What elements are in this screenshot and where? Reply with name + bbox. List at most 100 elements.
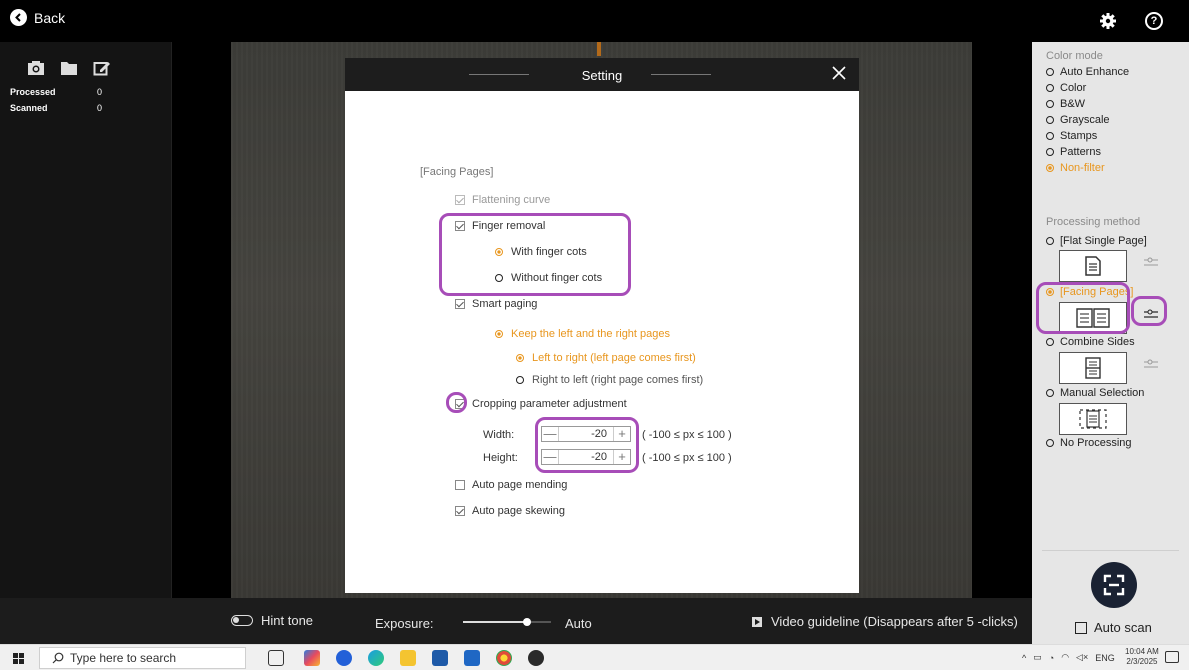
video-guideline-link[interactable]: Video guideline (Disappears after 5 -cli… [752, 614, 1018, 629]
color-mode-grayscale[interactable]: Grayscale [1046, 114, 1110, 126]
checkbox[interactable] [455, 506, 465, 516]
method-no-processing[interactable]: No Processing [1046, 437, 1132, 449]
chevron-up-icon[interactable]: ^ [1022, 653, 1026, 663]
minus-icon[interactable]: — [542, 450, 558, 464]
file-explorer-icon[interactable] [400, 650, 416, 666]
z-app-icon[interactable] [336, 650, 352, 666]
exposure-slider-knob[interactable] [523, 618, 532, 626]
radio[interactable] [1046, 84, 1054, 92]
gear-icon[interactable] [1099, 12, 1117, 30]
facing-pages-adjust-icon[interactable] [1144, 306, 1158, 318]
adjust-icon[interactable] [1144, 356, 1158, 368]
edge-icon[interactable] [368, 650, 384, 666]
windows-start-icon[interactable] [13, 653, 24, 664]
radio[interactable] [1046, 389, 1054, 397]
mail-icon[interactable] [464, 650, 480, 666]
hint-tone-toggle[interactable]: Hint tone [231, 613, 313, 628]
color-mode-non-filter[interactable]: Non-filter [1046, 162, 1105, 174]
radio[interactable] [1046, 116, 1054, 124]
right-to-left-radio[interactable]: Right to left (right page comes first) [516, 374, 703, 386]
plus-icon[interactable]: + [614, 450, 630, 464]
camera-icon[interactable] [27, 60, 47, 76]
left-to-right-radio[interactable]: Left to right (left page comes first) [516, 352, 696, 364]
minus-icon[interactable]: — [542, 427, 558, 441]
chrome-icon[interactable] [496, 650, 512, 666]
adjust-icon[interactable] [1144, 254, 1158, 266]
network-icon[interactable]: ◔ [1049, 653, 1054, 663]
method-facing-pages[interactable]: [Facing Pages] [1046, 286, 1133, 298]
smart-paging-option[interactable]: Smart paging [455, 298, 537, 310]
flat-page-thumbnail[interactable] [1059, 250, 1127, 282]
help-icon[interactable]: ? [1145, 12, 1163, 30]
cropping-adjust-option[interactable]: Cropping parameter adjustment [455, 398, 627, 410]
color-mode-color[interactable]: Color [1046, 82, 1086, 94]
clock[interactable]: 10:04 AM 2/3/2025 [1125, 647, 1159, 667]
radio[interactable] [1046, 100, 1054, 108]
radio[interactable] [1046, 439, 1054, 447]
with-finger-cots-radio[interactable]: With finger cots [495, 246, 587, 258]
manual-selection-thumbnail[interactable] [1059, 403, 1127, 435]
color-mode-auto-enhance[interactable]: Auto Enhance [1046, 66, 1129, 78]
radio-selected[interactable] [516, 354, 524, 362]
width-stepper[interactable]: — -20 + [541, 426, 631, 442]
plus-icon[interactable]: + [614, 427, 630, 441]
wifi-icon[interactable]: ◠ [1061, 652, 1069, 663]
color-mode-patterns[interactable]: Patterns [1046, 146, 1101, 158]
method-combine-sides[interactable]: Combine Sides [1046, 336, 1135, 348]
language-indicator[interactable]: ENG [1095, 653, 1115, 663]
checkbox[interactable] [455, 195, 465, 205]
task-view-icon[interactable] [268, 650, 284, 666]
battery-icon[interactable]: ▭ [1033, 652, 1042, 663]
radio-selected[interactable] [495, 248, 503, 256]
auto-mending-option[interactable]: Auto page mending [455, 479, 567, 491]
radio[interactable] [1046, 338, 1054, 346]
width-value[interactable]: -20 [558, 427, 614, 441]
radio[interactable] [1046, 237, 1054, 245]
edit-icon[interactable] [93, 60, 113, 76]
method-flat-single-page[interactable]: [Flat Single Page] [1046, 235, 1147, 247]
finger-removal-option[interactable]: Finger removal [455, 220, 545, 232]
radio[interactable] [516, 376, 524, 384]
checkbox[interactable] [455, 299, 465, 309]
folder-icon[interactable] [60, 60, 80, 76]
toggle-switch[interactable] [231, 615, 253, 626]
radio[interactable] [1046, 148, 1054, 156]
color-mode-bw[interactable]: B&W [1046, 98, 1085, 110]
checkbox[interactable] [455, 480, 465, 490]
auto-scan-toggle[interactable]: Auto scan [1075, 620, 1152, 635]
system-tray: ^ ▭ ◔ ◠ ◁× ENG [1022, 652, 1115, 663]
copilot-icon[interactable] [304, 650, 320, 666]
checkbox[interactable] [455, 221, 465, 231]
preview-margin [972, 42, 1030, 598]
auto-skewing-option[interactable]: Auto page skewing [455, 505, 565, 517]
radio[interactable] [1046, 132, 1054, 140]
exposure-slider[interactable] [463, 618, 551, 626]
height-value[interactable]: -20 [558, 450, 614, 464]
close-icon[interactable] [831, 65, 847, 81]
store-icon[interactable] [432, 650, 448, 666]
volume-icon[interactable]: ◁× [1076, 652, 1088, 663]
combine-sides-thumbnail[interactable] [1059, 352, 1127, 384]
checkbox[interactable] [1075, 621, 1087, 634]
notifications-icon[interactable] [1165, 651, 1179, 663]
radio[interactable] [1046, 68, 1054, 76]
windows-taskbar: Type here to search ^ ▭ ◔ ◠ ◁× ENG 10:04… [0, 644, 1189, 670]
method-manual-selection[interactable]: Manual Selection [1046, 387, 1144, 399]
radio[interactable] [495, 274, 503, 282]
flattening-curve-option[interactable]: Flattening curve [455, 194, 550, 206]
radio-selected[interactable] [495, 330, 503, 338]
radio-selected[interactable] [1046, 164, 1054, 172]
radio-selected[interactable] [1046, 288, 1054, 296]
height-stepper[interactable]: — -20 + [541, 449, 631, 465]
back-button[interactable]: Back [10, 9, 65, 26]
scanner-app-icon[interactable] [528, 650, 544, 666]
color-mode-stamps[interactable]: Stamps [1046, 130, 1097, 142]
back-label: Back [34, 9, 66, 26]
height-label: Height: [483, 452, 518, 464]
facing-pages-thumbnail[interactable] [1059, 302, 1127, 334]
keep-left-right-radio[interactable]: Keep the left and the right pages [495, 328, 670, 340]
checkbox[interactable] [455, 399, 465, 409]
without-finger-cots-radio[interactable]: Without finger cots [495, 272, 602, 284]
taskbar-search[interactable]: Type here to search [39, 647, 246, 669]
scan-button[interactable] [1091, 562, 1137, 608]
